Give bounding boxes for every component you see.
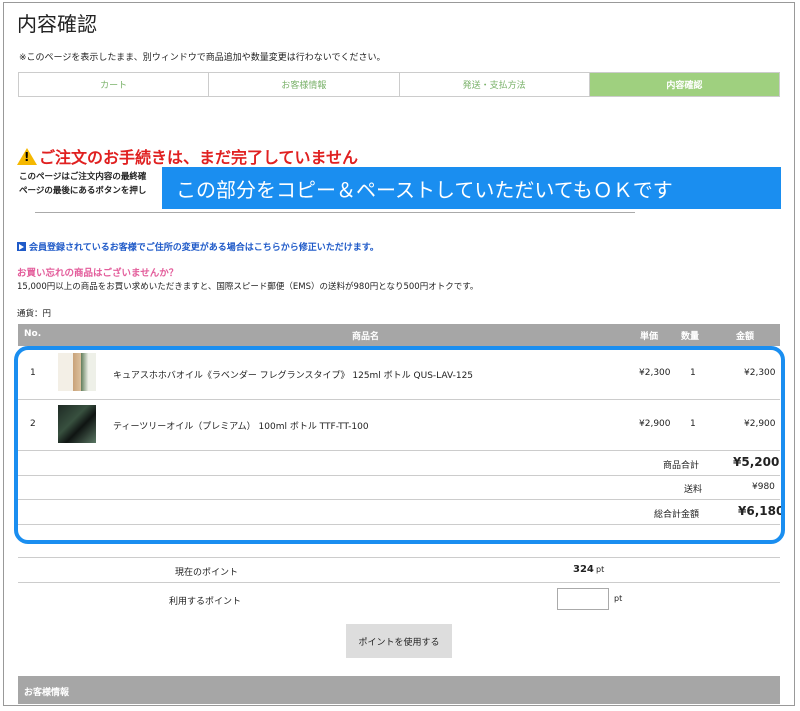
current-points-unit: pt xyxy=(596,565,605,574)
current-points-label: 現在のポイント xyxy=(175,568,239,578)
table-header: No. 商品名 単価 数量 金額 xyxy=(18,324,780,346)
notice-text: ※このページを表示したまま、別ウィンドウで商品追加や数量変更は行わないでください… xyxy=(19,53,386,63)
use-points-button[interactable]: ポイントを使用する xyxy=(346,624,452,658)
step-confirm: 内容確認 xyxy=(589,73,779,96)
header-unit-price: 単価 xyxy=(640,332,659,342)
warning-line-1: このページはご注文内容の最終確 xyxy=(19,172,147,182)
step-shipping-payment[interactable]: 発送・支払方法 xyxy=(399,73,590,96)
use-points-row: 利用するポイント pt xyxy=(18,582,780,614)
warning-line-2: ページの最後にあるボタンを押し xyxy=(19,186,147,196)
ems-note: 15,000円以上の商品をお買い求めいただきますと、国際スピード郵便（EMS）の… xyxy=(17,282,479,292)
step-cart[interactable]: カート xyxy=(19,73,210,96)
warning-icon xyxy=(17,147,37,165)
divider xyxy=(35,212,635,213)
header-product-name: 商品名 xyxy=(352,332,380,342)
header-quantity: 数量 xyxy=(681,332,700,342)
member-link-text[interactable]: 会員登録されているお客様でご住所の変更がある場合はこちらから修正いただけます。 xyxy=(29,240,379,253)
points-input[interactable] xyxy=(557,588,609,610)
step-customer-info[interactable]: お客様情報 xyxy=(209,73,400,96)
checkout-steps: カート お客様情報 発送・支払方法 内容確認 xyxy=(18,72,780,97)
current-points-row: 現在のポイント 324 pt xyxy=(18,557,780,583)
currency-label: 通貨：円 xyxy=(17,309,52,319)
page-title: 内容確認 xyxy=(17,12,97,36)
highlight-outline xyxy=(14,346,785,544)
use-points-unit: pt xyxy=(614,594,623,603)
header-amount: 金額 xyxy=(736,332,755,342)
current-points-value: 324 xyxy=(573,564,594,575)
use-points-label: 利用するポイント xyxy=(169,597,242,607)
play-icon xyxy=(17,242,26,251)
annotation-callout: この部分をコピー＆ペーストしていただいてもＯＫです xyxy=(160,165,783,211)
customer-info-section: お客様情報 xyxy=(18,676,780,704)
header-no: No. xyxy=(24,329,42,339)
customer-info-heading: お客様情報 xyxy=(24,688,70,698)
member-address-link[interactable]: 会員登録されているお客様でご住所の変更がある場合はこちらから修正いただけます。 xyxy=(17,240,379,253)
forgot-items-link[interactable]: お買い忘れの商品はございませんか？ xyxy=(17,265,178,279)
